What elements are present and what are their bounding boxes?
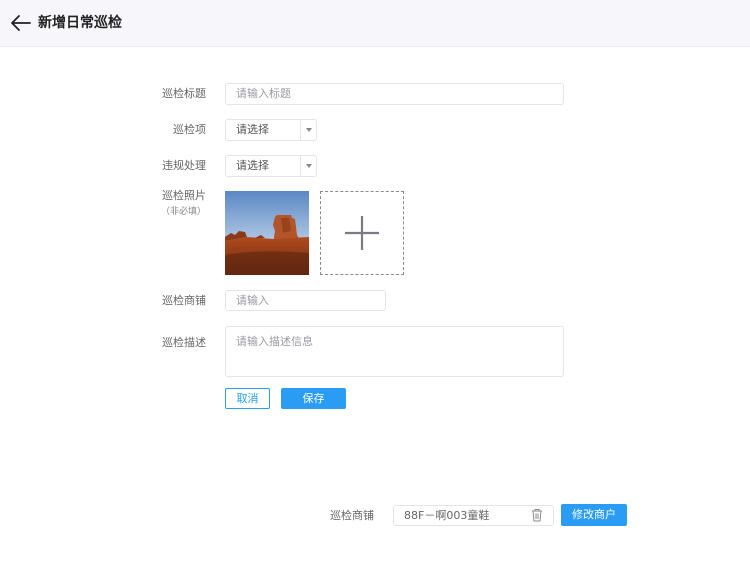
title-placeholder: 请输入标题 <box>236 87 291 100</box>
plus-icon <box>345 216 379 250</box>
shop-label: 巡检商铺 <box>162 294 206 307</box>
page-header: 新增日常巡检 <box>0 0 750 47</box>
bottom-shop-label: 巡检商铺 <box>330 509 374 522</box>
photo-label: 巡检照片 （非必填） <box>126 189 206 219</box>
inspection-photo-thumbnail[interactable] <box>225 191 309 275</box>
title-input[interactable]: 请输入标题 <box>225 83 564 105</box>
chevron-down-icon <box>300 120 316 140</box>
add-photo-button[interactable] <box>320 191 404 275</box>
photo-optional-note: （非必填） <box>160 207 206 217</box>
violation-select[interactable]: 请选择 <box>225 155 317 177</box>
description-textarea[interactable]: 请输入描述信息 <box>225 326 564 377</box>
description-placeholder: 请输入描述信息 <box>236 335 313 348</box>
item-select[interactable]: 请选择 <box>225 119 317 141</box>
title-label: 巡检标题 <box>162 87 206 100</box>
item-select-value: 请选择 <box>236 123 269 136</box>
desert-landscape-image <box>225 191 309 275</box>
item-label: 巡检项 <box>173 123 206 136</box>
chevron-down-icon <box>300 156 316 176</box>
description-label: 巡检描述 <box>162 336 206 349</box>
shop-input[interactable]: 请输入 <box>225 290 386 311</box>
bottom-shop-value: 88F－啊003童鞋 <box>404 509 490 522</box>
violation-label: 违规处理 <box>162 159 206 172</box>
shop-placeholder: 请输入 <box>236 294 269 307</box>
arrow-left-icon[interactable] <box>10 12 32 34</box>
page-title: 新增日常巡检 <box>38 15 122 31</box>
trash-icon[interactable] <box>530 508 544 522</box>
violation-select-value: 请选择 <box>236 159 269 172</box>
cancel-button[interactable]: 取消 <box>225 388 270 409</box>
photo-label-text: 巡检照片 <box>162 189 206 202</box>
save-button[interactable]: 保存 <box>281 388 346 409</box>
modify-shop-button[interactable]: 修改商户 <box>561 504 627 526</box>
